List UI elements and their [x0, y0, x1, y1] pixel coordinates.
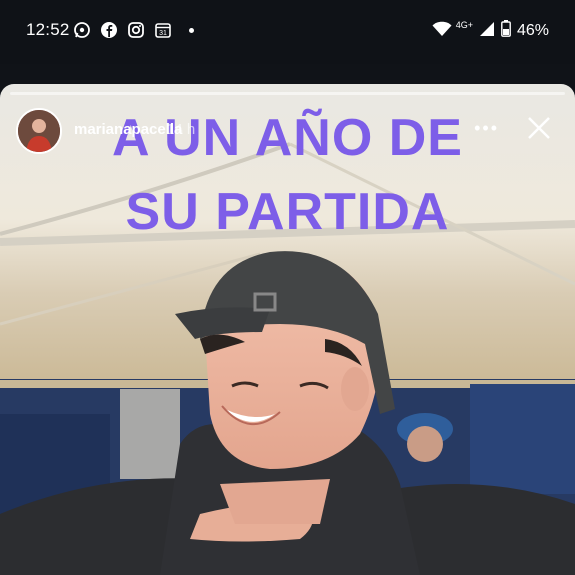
more-options-button[interactable]: ••• [474, 118, 499, 139]
battery-icon [501, 20, 511, 42]
close-icon[interactable] [523, 112, 555, 144]
story-time-ago: 14 h [166, 121, 196, 138]
network-type: 4G+ [455, 20, 473, 30]
notification-dot [189, 27, 194, 33]
wifi-icon [432, 21, 452, 42]
story-headline-line2: SU PARTIDA [125, 183, 450, 241]
status-app-icons: 31 [73, 21, 194, 39]
status-right: 4G+ 46% [432, 20, 549, 42]
whatsapp-icon [73, 21, 91, 39]
svg-text:31: 31 [159, 30, 167, 37]
facebook-icon [100, 21, 118, 39]
story-header: marianapacella 14 h ••• [16, 108, 559, 154]
story-viewer[interactable]: A UN AÑO DE SU PARTIDA marianapacella 14… [0, 84, 575, 575]
signal-icon [479, 21, 495, 42]
instagram-icon [127, 21, 145, 39]
status-bar: 12:52 31 4G+ 46% [0, 0, 575, 64]
battery-percent: 46% [516, 22, 549, 39]
calendar-icon: 31 [154, 21, 172, 39]
avatar[interactable] [16, 108, 62, 154]
status-time: 12:52 [26, 20, 70, 39]
story-progress-bar [10, 92, 565, 95]
